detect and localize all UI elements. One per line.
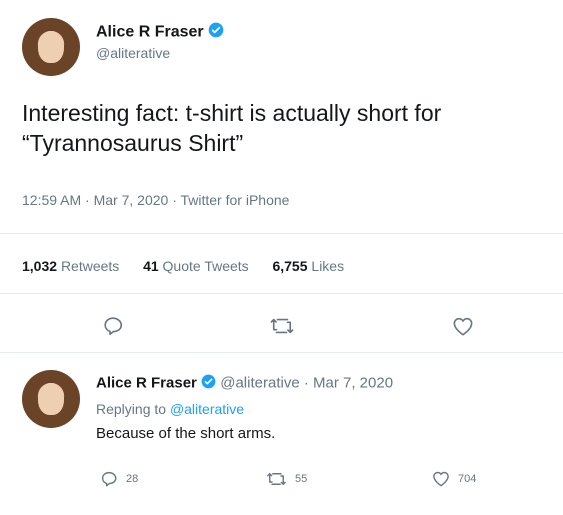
author-name-row[interactable]: Alice R Fraser	[96, 22, 224, 43]
like-icon	[432, 470, 450, 487]
retweet-icon	[266, 470, 287, 488]
tweet-meta[interactable]: 12:59 AM · Mar 7, 2020 · Twitter for iPh…	[22, 192, 289, 208]
reply-like-action[interactable]: 704	[432, 470, 476, 487]
quotes-label: Quote Tweets	[162, 258, 249, 274]
quotes-count: 41	[143, 258, 159, 274]
like-icon[interactable]	[452, 316, 474, 336]
retweets-stat[interactable]: 1,032 Retweets	[22, 258, 119, 274]
replying-to-handle[interactable]: @aliterative	[170, 401, 244, 417]
avatar-face	[38, 30, 64, 64]
retweets-label: Retweets	[60, 258, 120, 274]
tweet-text: Interesting fact: t-shirt is actually sh…	[22, 98, 441, 158]
reply-retweet-action[interactable]: 55	[266, 470, 307, 488]
reply-icon[interactable]	[102, 315, 124, 337]
tweet-text-line-2: “Tyrannosaurus Shirt”	[22, 130, 244, 156]
reply-reply-action[interactable]: 28	[100, 470, 138, 488]
divider-middle	[0, 293, 563, 294]
likes-stat[interactable]: 6,755 Likes	[272, 258, 344, 274]
divider-top	[0, 233, 563, 234]
author-avatar[interactable]	[22, 18, 80, 76]
reply-author-avatar[interactable]	[22, 370, 80, 428]
tweet-text-line-1: Interesting fact: t-shirt is actually sh…	[22, 100, 442, 126]
author-handle[interactable]: @aliterative	[96, 45, 170, 61]
reply-date[interactable]: · Mar 7, 2020	[304, 374, 393, 391]
verified-badge-icon	[208, 22, 224, 43]
reply-retweet-count: 55	[295, 473, 308, 485]
tweet-stats: 1,032 Retweets 41 Quote Tweets 6,755 Lik…	[22, 258, 344, 274]
retweets-count: 1,032	[22, 258, 58, 274]
reply-author-handle[interactable]: @aliterative	[220, 374, 299, 391]
reply-like-count: 704	[458, 472, 477, 485]
reply-icon	[100, 470, 118, 488]
reply-author-name[interactable]: Alice R Fraser	[96, 374, 197, 391]
divider-bottom	[0, 352, 563, 353]
author-name[interactable]: Alice R Fraser	[96, 24, 204, 41]
reply-header: Alice R Fraser @aliterative · Mar 7, 202…	[96, 374, 393, 393]
reply-reply-count: 28	[126, 473, 139, 485]
quotes-stat[interactable]: 41 Quote Tweets	[143, 258, 249, 274]
retweet-icon[interactable]	[269, 315, 295, 337]
likes-count: 6,755	[272, 258, 308, 274]
replying-to: Replying to @aliterative	[96, 401, 244, 417]
reply-text: Because of the short arms.	[96, 425, 276, 442]
avatar-face	[38, 382, 64, 416]
verified-badge-icon	[201, 374, 216, 393]
likes-label: Likes	[311, 258, 345, 274]
replying-to-prefix: Replying to	[96, 401, 167, 417]
